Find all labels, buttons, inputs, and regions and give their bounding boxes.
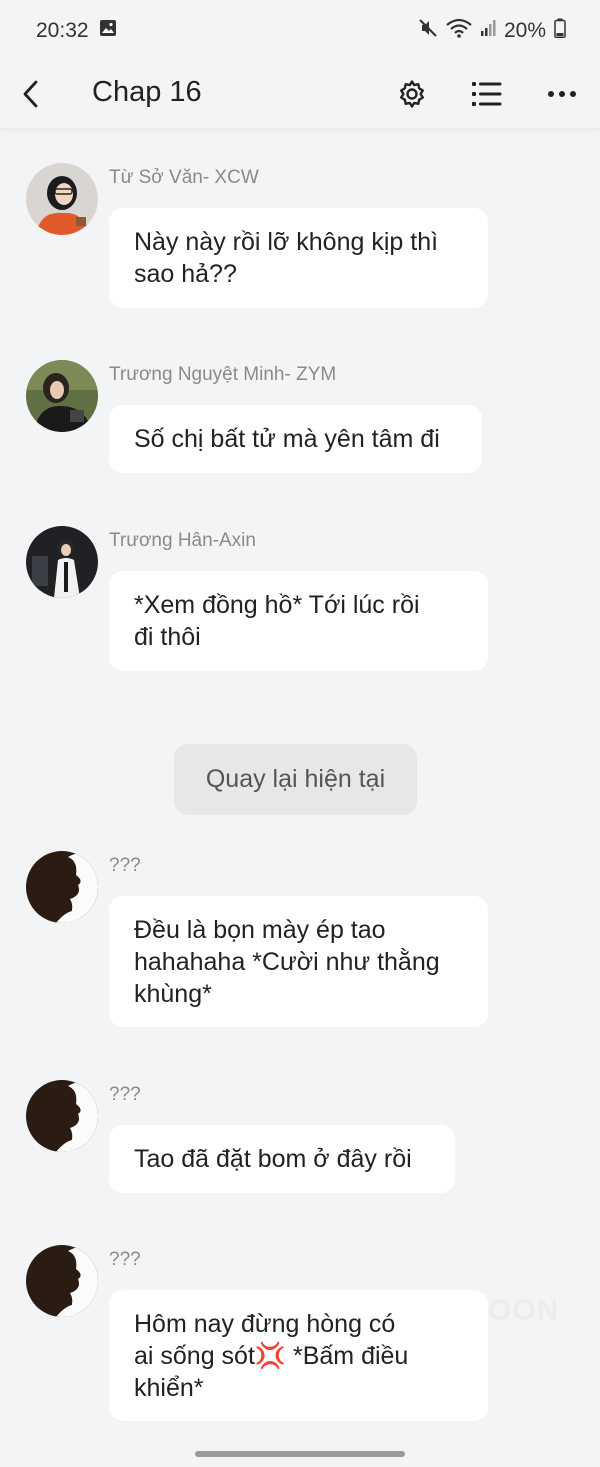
wifi-icon	[446, 18, 472, 44]
avatar[interactable]	[26, 526, 98, 598]
message-bubble: Đều là bọn mày ép tao hahahaha *Cười như…	[109, 896, 488, 1027]
message-bubble: Số chị bất tử mà yên tâm đi	[109, 405, 482, 473]
message-bubble: Hôm nay đừng hòng có ai sống sót💢 *Bấm đ…	[109, 1290, 488, 1421]
status-time: 20:32	[36, 19, 89, 42]
back-arrow-icon	[23, 80, 38, 108]
avatar[interactable]	[26, 360, 98, 432]
signal-icon	[480, 19, 496, 43]
message-bubble: Này này rồi lỡ không kịp thì sao hả??	[109, 208, 488, 308]
sender-name: ???	[109, 1249, 141, 1270]
battery-icon	[554, 18, 566, 44]
home-indicator[interactable]	[195, 1451, 405, 1457]
list-icon	[472, 82, 502, 106]
status-left: 20:32	[36, 19, 117, 43]
sender-name: Từ Sở Văn- XCW	[109, 167, 259, 188]
more-dots-icon	[548, 91, 576, 97]
status-bar: 20:32 20%	[0, 0, 600, 62]
sender-name: Trương Nguyệt Minh- ZYM	[109, 364, 337, 385]
settings-button[interactable]	[390, 72, 434, 116]
sender-name: ???	[109, 1084, 141, 1105]
status-right: 20%	[418, 18, 566, 44]
gear-icon	[400, 80, 424, 108]
message-bubble: *Xem đồng hồ* Tới lúc rồi đi thôi	[109, 571, 488, 671]
battery-level: 20%	[503, 19, 546, 42]
page-title: Chap 16	[92, 76, 202, 108]
back-button[interactable]	[14, 72, 48, 116]
avatar[interactable]	[26, 851, 98, 923]
avatar[interactable]	[26, 1245, 98, 1317]
return-to-present-button[interactable]: Quay lại hiện tại	[174, 744, 417, 815]
avatar[interactable]	[26, 1080, 98, 1152]
message-bubble: Tao đã đặt bom ở đây rồi	[109, 1125, 455, 1193]
app-bar: Chap 16	[0, 62, 600, 128]
watermark-logo: OON	[488, 1294, 560, 1327]
gallery-icon	[99, 19, 117, 43]
more-options-button[interactable]	[540, 72, 584, 116]
sender-name: Trương Hân-Axin	[109, 530, 256, 551]
sender-name: ???	[109, 855, 141, 876]
mute-icon	[418, 18, 438, 44]
avatar[interactable]	[26, 163, 98, 235]
chapter-list-button[interactable]	[465, 72, 509, 116]
